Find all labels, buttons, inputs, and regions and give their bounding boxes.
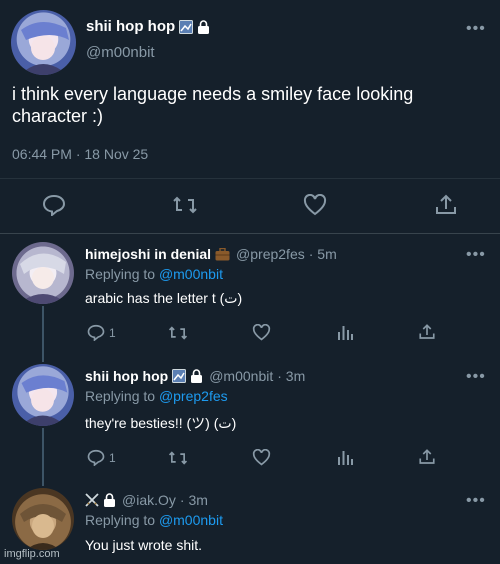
tweet-time: · 3m bbox=[179, 492, 208, 508]
replying-label: Replying to bbox=[85, 512, 156, 528]
analytics-button[interactable] bbox=[337, 324, 353, 341]
like-icon bbox=[252, 324, 271, 341]
tweet-text: i think every language needs a smiley fa… bbox=[12, 84, 414, 126]
tweet-text: arabic has the letter t (ت) bbox=[85, 290, 243, 306]
avatar[interactable] bbox=[12, 364, 74, 426]
thread-line bbox=[42, 428, 44, 486]
lock-icon bbox=[197, 19, 210, 34]
replying-label: Replying to bbox=[85, 266, 156, 282]
reply-icon bbox=[87, 449, 105, 466]
reply-button[interactable]: 1 bbox=[87, 449, 116, 466]
handle[interactable]: @iak.Oy bbox=[122, 492, 176, 508]
tweet-timestamp: 06:44 PM · 18 Nov 25 bbox=[12, 146, 149, 162]
like-icon bbox=[252, 449, 271, 466]
retweet-icon bbox=[168, 450, 188, 466]
lock-icon bbox=[190, 369, 203, 383]
profile-emoji-icon bbox=[172, 369, 187, 383]
more-icon[interactable]: ••• bbox=[466, 21, 486, 37]
profile-emoji-icon bbox=[179, 19, 194, 34]
share-icon bbox=[418, 448, 436, 466]
reply-icon bbox=[87, 324, 105, 341]
display-name[interactable]: shii hop hop bbox=[86, 18, 175, 35]
watermark: imgflip.com bbox=[4, 548, 60, 560]
tweet-time: · 3m bbox=[277, 368, 306, 384]
avatar[interactable] bbox=[12, 242, 74, 304]
display-name[interactable]: himejoshi in denial bbox=[85, 246, 211, 262]
more-icon[interactable]: ••• bbox=[466, 247, 486, 263]
share-button[interactable] bbox=[418, 323, 436, 341]
thread-line bbox=[42, 306, 44, 362]
reply-icon bbox=[42, 194, 66, 216]
share-icon bbox=[418, 323, 436, 341]
handle[interactable]: @prep2fes bbox=[236, 246, 305, 262]
more-icon[interactable]: ••• bbox=[466, 493, 486, 509]
briefcase-icon bbox=[215, 247, 230, 261]
retweet-button[interactable] bbox=[168, 450, 188, 466]
retweet-icon bbox=[172, 195, 198, 215]
tweet-time: · 5m bbox=[308, 246, 337, 262]
divider bbox=[0, 178, 500, 179]
analytics-button[interactable] bbox=[337, 449, 353, 466]
reply-count: 1 bbox=[109, 325, 116, 340]
replying-to-link[interactable]: @m00nbit bbox=[159, 266, 223, 282]
like-button[interactable] bbox=[252, 449, 271, 466]
replying-to-link[interactable]: @m00nbit bbox=[159, 512, 223, 528]
replying-label: Replying to bbox=[85, 388, 156, 404]
share-button[interactable] bbox=[434, 193, 458, 217]
more-icon[interactable]: ••• bbox=[466, 369, 486, 385]
like-button[interactable] bbox=[252, 324, 271, 341]
analytics-icon bbox=[337, 449, 353, 466]
share-button[interactable] bbox=[418, 448, 436, 466]
replying-to-link[interactable]: @prep2fes bbox=[159, 388, 228, 404]
divider bbox=[0, 233, 500, 234]
swords-icon bbox=[85, 493, 99, 507]
retweet-button[interactable] bbox=[172, 195, 198, 215]
analytics-icon bbox=[337, 324, 353, 341]
like-icon bbox=[303, 194, 327, 216]
tweet-text: they're besties!! (ツ) (ت) bbox=[85, 415, 237, 431]
reply-count: 1 bbox=[109, 450, 116, 465]
like-button[interactable] bbox=[303, 194, 327, 216]
reply-button[interactable]: 1 bbox=[87, 324, 116, 341]
avatar[interactable] bbox=[11, 10, 76, 75]
retweet-button[interactable] bbox=[168, 325, 188, 341]
retweet-icon bbox=[168, 325, 188, 341]
handle[interactable]: @m00nbit bbox=[86, 44, 155, 61]
tweet-text: You just wrote shit. bbox=[85, 537, 202, 553]
lock-icon bbox=[103, 493, 116, 507]
reply-button[interactable] bbox=[42, 194, 66, 216]
share-icon bbox=[434, 193, 458, 217]
avatar[interactable] bbox=[12, 488, 74, 550]
handle[interactable]: @m00nbit bbox=[209, 368, 273, 384]
display-name[interactable]: shii hop hop bbox=[85, 368, 168, 384]
